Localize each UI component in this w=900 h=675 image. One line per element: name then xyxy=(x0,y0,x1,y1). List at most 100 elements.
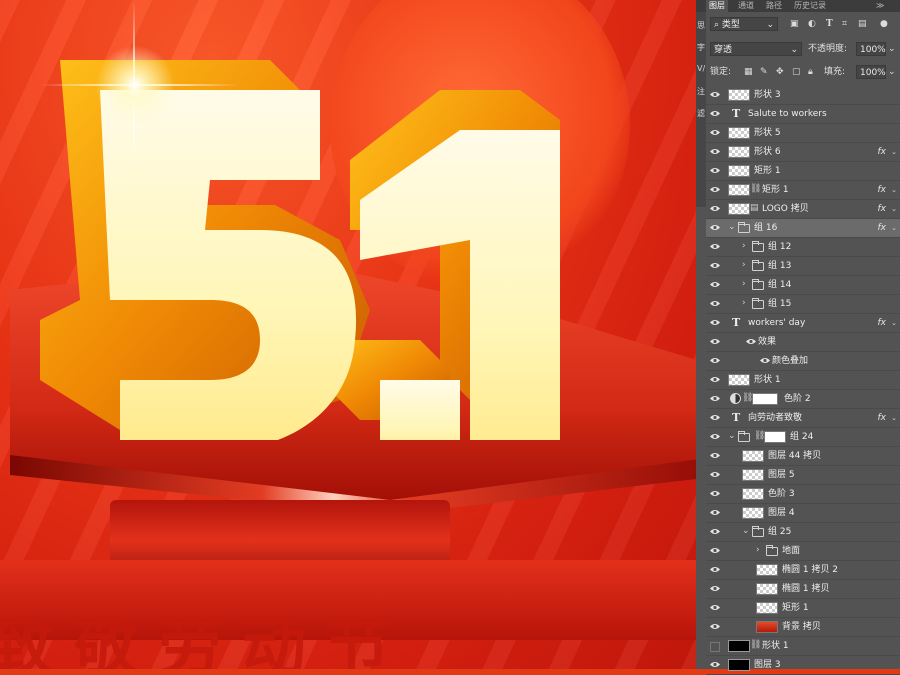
layer-row[interactable]: 色阶 3 xyxy=(706,485,900,504)
layer-row[interactable]: 形状 3 xyxy=(706,86,900,105)
visibility-eye-icon[interactable] xyxy=(710,167,720,174)
layer-row[interactable]: › 地面 xyxy=(706,542,900,561)
chevron-right-icon[interactable]: › xyxy=(742,298,746,308)
visibility-eye-icon[interactable] xyxy=(710,414,720,421)
visibility-eye-icon[interactable] xyxy=(710,642,720,652)
visibility-eye-icon[interactable] xyxy=(710,148,720,155)
layer-row[interactable]: 图层 4 xyxy=(706,504,900,523)
layer-row[interactable]: 图层 5 xyxy=(706,466,900,485)
visibility-eye-icon[interactable] xyxy=(710,623,720,630)
layer-row[interactable]: › 组 13 xyxy=(706,257,900,276)
chevron-down-icon[interactable]: ⌄ xyxy=(891,314,897,333)
fx-icon[interactable]: fx xyxy=(878,314,887,333)
layer-row[interactable]: 矩形 1 xyxy=(706,162,900,181)
visibility-eye-icon[interactable] xyxy=(710,300,720,307)
chevron-down-icon[interactable]: ⌄ xyxy=(891,219,897,238)
chevron-right-icon[interactable]: › xyxy=(742,279,746,289)
layer-row[interactable]: 图层 44 拷贝 xyxy=(706,447,900,466)
visibility-eye-icon[interactable] xyxy=(710,205,720,212)
opacity-input[interactable]: 100% xyxy=(856,42,886,56)
chevron-right-icon[interactable]: › xyxy=(756,545,760,555)
tab-paths[interactable]: 路径 xyxy=(766,0,782,12)
layer-row[interactable]: T 向劳动者致敬 fx ⌄ xyxy=(706,409,900,428)
layer-row[interactable]: 矩形 1 xyxy=(706,599,900,618)
layer-row[interactable]: ⌄ ⛓ 组 24 xyxy=(706,428,900,447)
layer-row[interactable]: 颜色叠加 xyxy=(706,352,900,371)
tab-history[interactable]: 历史记录 xyxy=(794,0,826,12)
lock-transparent-icon[interactable]: ▦ xyxy=(744,65,753,79)
layer-row[interactable]: 效果 xyxy=(706,333,900,352)
visibility-eye-icon[interactable] xyxy=(710,319,720,326)
visibility-eye-icon[interactable] xyxy=(710,661,720,668)
blend-mode-select[interactable]: 穿透 ⌄ xyxy=(710,42,802,56)
chevron-right-icon[interactable]: › xyxy=(742,241,746,251)
chevron-down-icon[interactable]: ⌄ xyxy=(888,65,896,79)
visibility-eye-icon[interactable] xyxy=(710,110,720,117)
chevron-down-icon[interactable]: ⌄ xyxy=(891,143,897,162)
tab-channels[interactable]: 通道 xyxy=(738,0,754,12)
layer-row[interactable]: 椭圆 1 拷贝 2 xyxy=(706,561,900,580)
layer-row[interactable]: ⛓ 色阶 2 xyxy=(706,390,900,409)
tab-layers[interactable]: 图层 xyxy=(706,0,728,12)
visibility-eye-icon[interactable] xyxy=(710,338,720,345)
layer-row[interactable]: ▤ LOGO 拷贝 fx ⌄ xyxy=(706,200,900,219)
lock-paint-icon[interactable]: ✎ xyxy=(760,65,768,79)
visibility-eye-icon[interactable] xyxy=(710,471,720,478)
visibility-eye-icon[interactable] xyxy=(710,490,720,497)
chevron-down-icon[interactable]: ⌄ xyxy=(891,200,897,219)
chevron-down-icon[interactable]: ⌄ xyxy=(728,222,736,232)
fx-icon[interactable]: fx xyxy=(878,200,887,219)
fx-icon[interactable]: fx xyxy=(878,409,887,428)
layer-row[interactable]: › 组 15 xyxy=(706,295,900,314)
layer-row[interactable]: 形状 6 fx ⌄ xyxy=(706,143,900,162)
visibility-eye-icon[interactable] xyxy=(710,566,720,573)
document-canvas[interactable]: 致敬劳动节 xyxy=(0,0,708,669)
layer-row[interactable]: ⛓ 形状 1 xyxy=(706,637,900,656)
lock-all-icon[interactable]: 🔒︎ xyxy=(808,65,813,79)
layer-row[interactable]: › 组 12 xyxy=(706,238,900,257)
lock-position-icon[interactable]: ✥ xyxy=(776,65,784,79)
visibility-eye-icon[interactable] xyxy=(710,357,720,364)
visibility-eye-icon[interactable] xyxy=(710,186,720,193)
layer-row[interactable]: ⌄ 组 16 fx ⌄ xyxy=(706,219,900,238)
panel-menu-icon[interactable]: ≫ xyxy=(876,0,884,12)
visibility-eye-icon[interactable] xyxy=(710,509,720,516)
side-label[interactable]: 字 xyxy=(697,42,705,53)
visibility-eye-icon[interactable] xyxy=(710,129,720,136)
visibility-eye-icon[interactable] xyxy=(710,585,720,592)
visibility-eye-icon[interactable] xyxy=(710,433,720,440)
effect-eye-icon[interactable] xyxy=(746,338,756,345)
visibility-eye-icon[interactable] xyxy=(710,528,720,535)
layer-row[interactable]: T Salute to workers xyxy=(706,105,900,124)
fx-icon[interactable]: fx xyxy=(878,219,887,238)
filter-toggle-icon[interactable]: ● xyxy=(880,17,888,31)
layer-row[interactable]: 形状 5 xyxy=(706,124,900,143)
adjustment-filter-icon[interactable]: ◐ xyxy=(808,17,816,31)
visibility-eye-icon[interactable] xyxy=(710,91,720,98)
visibility-eye-icon[interactable] xyxy=(710,604,720,611)
chevron-down-icon[interactable]: ⌄ xyxy=(742,526,750,536)
chevron-down-icon[interactable]: ⌄ xyxy=(888,42,896,56)
effect-eye-icon[interactable] xyxy=(760,357,770,364)
pixel-filter-icon[interactable]: ▣ xyxy=(790,17,799,31)
chevron-right-icon[interactable]: › xyxy=(742,260,746,270)
side-label[interactable]: V/ xyxy=(697,64,705,73)
fx-icon[interactable]: fx xyxy=(878,181,887,200)
layer-row[interactable]: 图层 3 xyxy=(706,656,900,675)
layer-row[interactable]: › 组 14 xyxy=(706,276,900,295)
chevron-down-icon[interactable]: ⌄ xyxy=(891,181,897,200)
fill-input[interactable]: 100% xyxy=(856,65,886,79)
layer-row[interactable]: Tworkers' day fx ⌄ xyxy=(706,314,900,333)
layer-row[interactable]: 椭圆 1 拷贝 xyxy=(706,580,900,599)
layer-row[interactable]: ⛓ 矩形 1 fx ⌄ xyxy=(706,181,900,200)
visibility-eye-icon[interactable] xyxy=(710,376,720,383)
filter-kind-select[interactable]: ⌕ 类型 ⌄ xyxy=(710,17,778,31)
visibility-eye-icon[interactable] xyxy=(710,243,720,250)
visibility-eye-icon[interactable] xyxy=(710,452,720,459)
visibility-eye-icon[interactable] xyxy=(710,262,720,269)
side-label[interactable]: 思 xyxy=(697,20,705,31)
side-label[interactable]: 滤 xyxy=(697,108,705,119)
visibility-eye-icon[interactable] xyxy=(710,281,720,288)
chevron-down-icon[interactable]: ⌄ xyxy=(728,431,736,441)
visibility-eye-icon[interactable] xyxy=(710,395,720,402)
